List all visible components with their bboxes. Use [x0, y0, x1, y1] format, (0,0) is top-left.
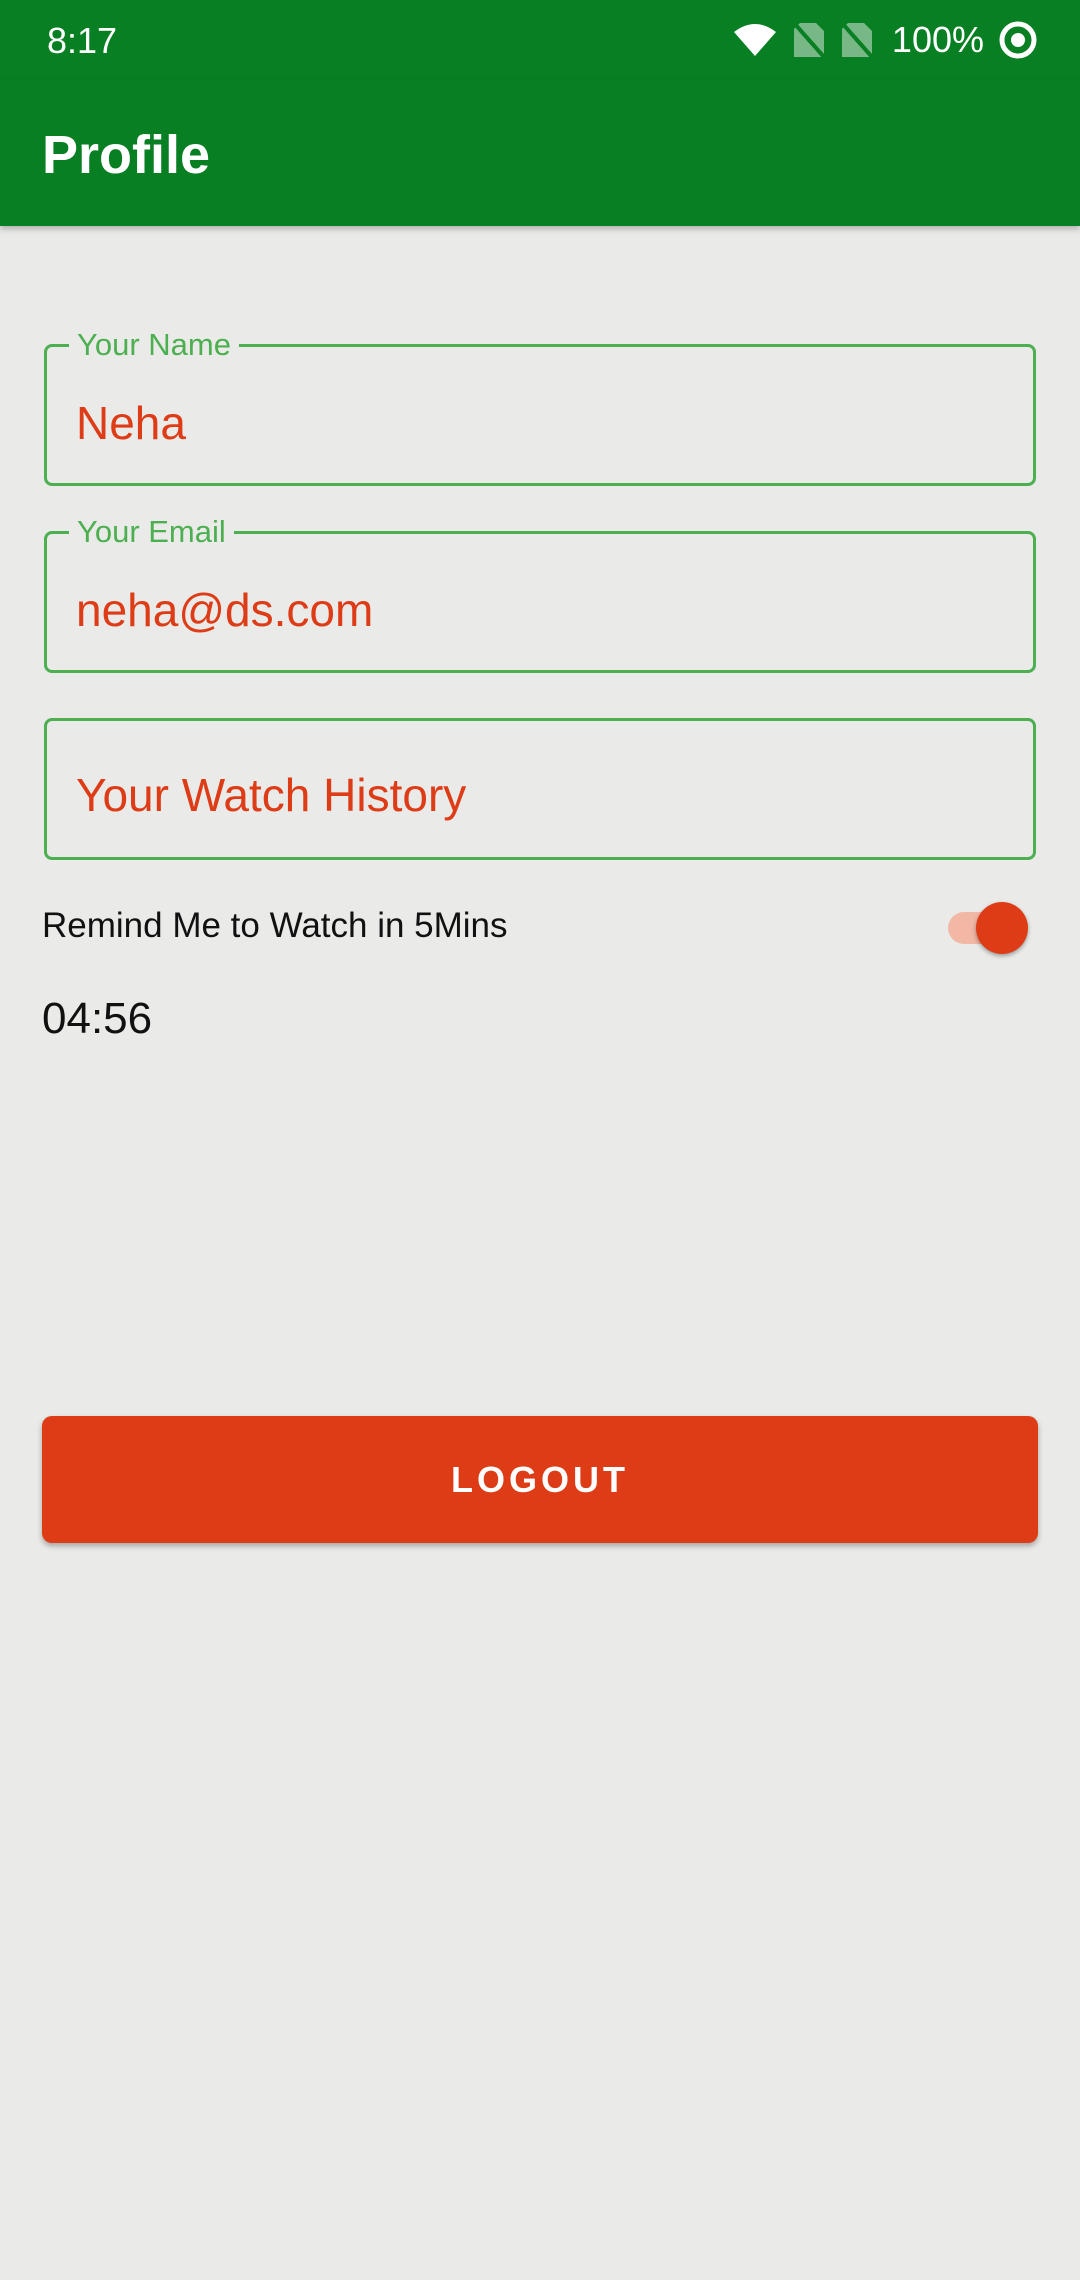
name-field-value: Neha: [76, 397, 186, 449]
reminder-toggle[interactable]: [944, 902, 1030, 954]
reminder-toggle-thumb: [976, 902, 1028, 954]
email-field-value: neha@ds.com: [76, 584, 374, 636]
watch-history-placeholder: Your Watch History: [76, 769, 467, 821]
email-field[interactable]: Your Email neha@ds.com: [44, 512, 1036, 673]
name-field[interactable]: Your Name Neha: [44, 325, 1036, 486]
no-sim-icon: [792, 21, 826, 59]
no-sim-icon: [840, 21, 874, 59]
logout-button[interactable]: LOGOUT: [42, 1416, 1038, 1543]
page-title: Profile: [42, 125, 211, 185]
battery-percent: 100%: [891, 19, 984, 60]
email-field-label: Your Email: [69, 512, 234, 552]
app-bar: Profile: [0, 80, 1080, 226]
data-saver-icon: [998, 20, 1038, 60]
status-bar: 8:17 100%: [0, 0, 1080, 80]
watch-history-field[interactable]: Your Watch History: [44, 718, 1036, 860]
reminder-label: Remind Me to Watch in 5Mins: [42, 906, 508, 945]
countdown-timer: 04:56: [42, 994, 153, 1043]
status-icons: 100%: [732, 16, 1038, 64]
name-field-label: Your Name: [69, 325, 239, 365]
status-time: 8:17: [47, 20, 118, 61]
wifi-icon: [732, 22, 778, 58]
